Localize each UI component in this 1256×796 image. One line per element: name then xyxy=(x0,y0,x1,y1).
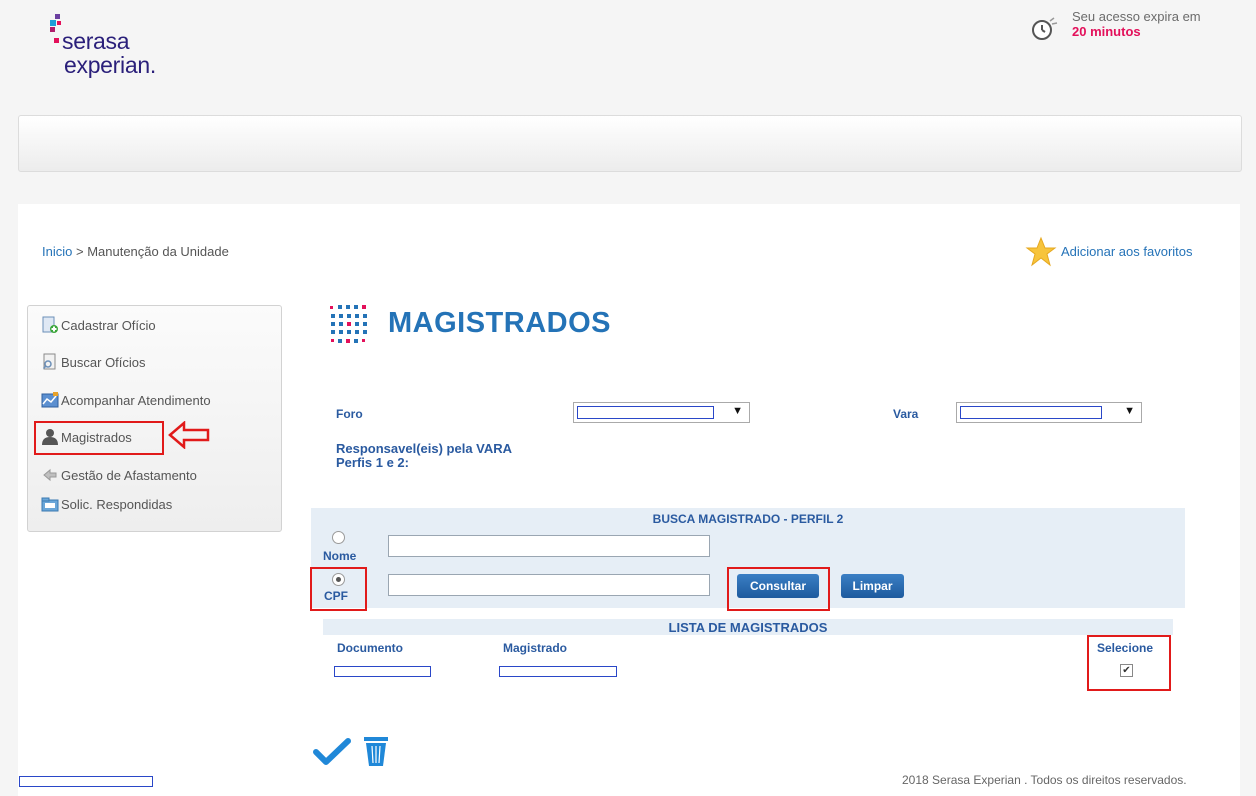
session-expire-label: Seu acesso expira em xyxy=(1072,9,1201,24)
limpar-button[interactable]: Limpar xyxy=(841,574,904,598)
responsaveis-label: Responsavel(eis) pela VARA xyxy=(336,441,513,456)
confirm-check-icon[interactable] xyxy=(313,738,351,766)
foro-label: Foro xyxy=(336,407,363,421)
add-document-icon xyxy=(42,316,58,333)
page-title: MAGISTRADOS xyxy=(388,307,611,339)
breadcrumb-home-link[interactable]: Inicio xyxy=(42,244,72,259)
breadcrumb: Inicio > Manutenção da Unidade xyxy=(42,244,229,259)
highlight-box-cpf xyxy=(310,567,367,611)
magistrado-value-redacted xyxy=(499,666,617,677)
sidebar-item-label: Solic. Respondidas xyxy=(61,497,173,512)
arrow-left-icon xyxy=(43,468,57,482)
left-arrow-annotation-icon xyxy=(168,421,210,449)
nome-input[interactable] xyxy=(388,535,710,557)
column-header-documento: Documento xyxy=(337,641,403,655)
folder-icon xyxy=(41,497,59,512)
breadcrumb-current: Manutenção da Unidade xyxy=(87,244,229,259)
page-heading: MAGISTRADOS xyxy=(328,302,648,354)
star-icon xyxy=(1025,236,1057,267)
logo-text-serasa: serasa xyxy=(62,28,130,54)
footer-copyright: 2018 Serasa Experian . Todos os direitos… xyxy=(902,773,1187,787)
breadcrumb-separator: > xyxy=(72,244,88,259)
clock-icon xyxy=(1032,17,1058,40)
chart-icon xyxy=(41,392,59,408)
highlight-box-consultar xyxy=(727,567,830,611)
logo-text-experian: experian. xyxy=(64,52,156,78)
list-magistrados-header: LISTA DE MAGISTRADOS xyxy=(323,619,1173,635)
highlight-box-selecione xyxy=(1087,635,1171,691)
sidebar-item-label: Buscar Ofícios xyxy=(61,355,146,370)
dropdown-arrow-icon: ▼ xyxy=(1124,405,1135,417)
search-document-icon xyxy=(42,353,56,370)
list-panel-title: LISTA DE MAGISTRADOS xyxy=(668,620,828,635)
sidebar-item-label: Gestão de Afastamento xyxy=(61,468,197,483)
session-timer: Seu acesso expira em 20 minutos xyxy=(1030,9,1230,49)
vara-select[interactable]: ▼ xyxy=(956,402,1142,423)
column-header-magistrado: Magistrado xyxy=(503,641,568,655)
sidebar-item-label: Acompanhar Atendimento xyxy=(61,393,211,408)
session-expire-time: 20 minutos xyxy=(1072,24,1141,39)
footer-left-redacted xyxy=(19,776,153,787)
vara-select-value-redacted xyxy=(960,406,1102,419)
sidebar-item-label: Cadastrar Ofício xyxy=(61,318,156,333)
foro-select[interactable]: ▼ xyxy=(573,402,750,423)
search-panel-title: BUSCA MAGISTRADO - PERFIL 2 xyxy=(652,512,844,526)
highlight-box-magistrados xyxy=(34,421,164,455)
perfis-label: Perfis 1 e 2: xyxy=(336,455,409,470)
grid-dots-icon xyxy=(330,305,367,343)
trash-icon[interactable] xyxy=(361,735,391,767)
foro-select-value-redacted xyxy=(577,406,714,419)
documento-value-redacted xyxy=(334,666,431,677)
add-to-favorites-label: Adicionar aos favoritos xyxy=(1061,244,1193,259)
add-to-favorites-link[interactable]: Adicionar aos favoritos xyxy=(1025,236,1225,270)
cpf-input[interactable] xyxy=(388,574,710,596)
top-navigation-bar xyxy=(18,115,1242,172)
vara-label: Vara xyxy=(893,407,919,421)
nome-label: Nome xyxy=(323,549,357,563)
dropdown-arrow-icon: ▼ xyxy=(732,405,743,417)
radio-nome[interactable] xyxy=(332,531,345,544)
serasa-experian-logo[interactable]: serasa experian. xyxy=(50,14,190,78)
